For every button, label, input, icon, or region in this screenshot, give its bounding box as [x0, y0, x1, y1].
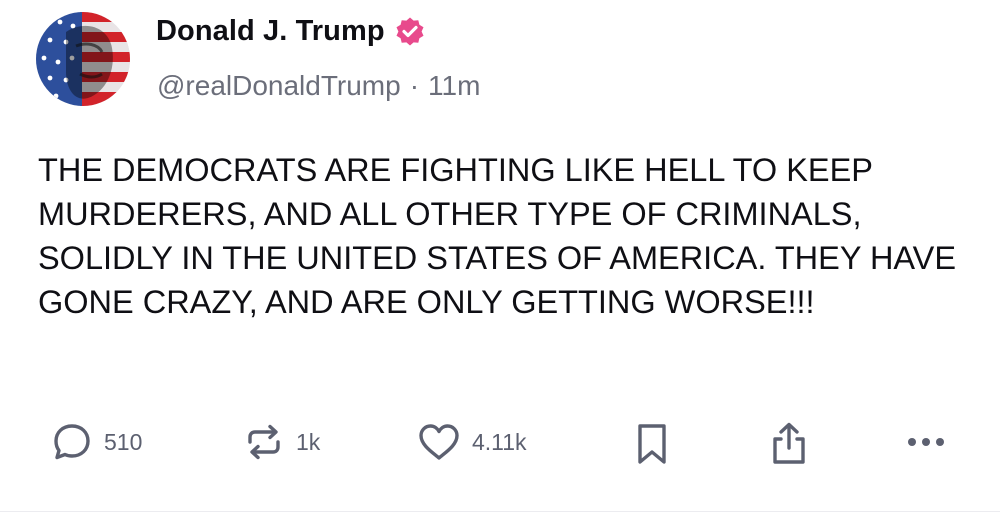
more-icon [908, 438, 944, 446]
bookmark-icon [638, 424, 666, 464]
author-display-name[interactable]: Donald J. Trump [156, 15, 385, 48]
like-button[interactable]: 4.11k [416, 420, 527, 464]
avatar-flag-face-icon [36, 12, 130, 106]
verified-badge-icon [396, 17, 424, 46]
share-icon [773, 422, 805, 464]
share-button[interactable] [766, 420, 812, 468]
author-name-row: Donald J. Trump [156, 14, 427, 48]
heart-icon [419, 424, 459, 460]
avatar[interactable] [36, 12, 130, 106]
post-divider [0, 511, 1000, 512]
post-timestamp[interactable]: 11m [428, 70, 480, 102]
reply-icon [54, 424, 90, 460]
author-handle[interactable]: @realDonaldTrump [157, 70, 401, 102]
reply-button[interactable]: 510 [50, 420, 142, 464]
post-meta: @realDonaldTrump · 11m [157, 70, 480, 102]
more-options-button[interactable] [902, 420, 950, 464]
repost-icon [248, 424, 280, 460]
repost-count: 1k [296, 428, 321, 455]
bookmark-button[interactable] [630, 420, 674, 468]
post-text: THE DEMOCRATS ARE FIGHTING LIKE HELL TO … [38, 152, 957, 320]
repost-button[interactable]: 1k [242, 420, 320, 464]
like-count: 4.11k [472, 428, 527, 455]
meta-separator: · [409, 70, 420, 101]
reply-count: 510 [104, 428, 143, 455]
